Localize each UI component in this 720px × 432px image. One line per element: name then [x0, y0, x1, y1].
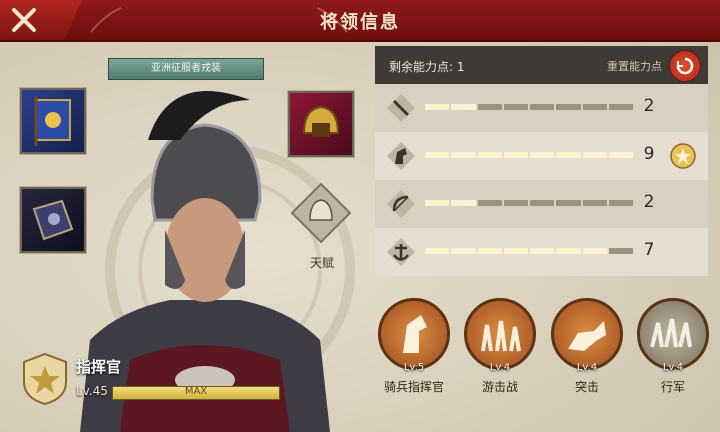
page-title: 将领信息	[320, 12, 400, 33]
stat-segment	[425, 152, 450, 158]
skill-name: 突击	[574, 380, 599, 394]
stat-value: 7	[643, 240, 655, 260]
stat-row-attack[interactable]: 2	[375, 84, 708, 132]
xp-label: MAX	[184, 386, 208, 397]
stat-value: 9	[643, 144, 655, 164]
stat-segment	[425, 104, 450, 110]
stat-segment	[530, 248, 555, 254]
stat-value: 2	[643, 96, 655, 116]
stat-row-archery[interactable]: 2	[375, 180, 708, 228]
stat-segment	[503, 104, 528, 110]
stat-segment	[503, 248, 528, 254]
xp-bar: MAX	[112, 386, 280, 400]
header-bar: 将领信息	[0, 0, 720, 42]
stat-segment	[451, 152, 476, 158]
stat-track	[425, 248, 633, 254]
stats-panel: 剩余能力点: 1 重置能力点 2 9 2 7	[375, 46, 708, 296]
stat-segment	[477, 104, 502, 110]
stat-segment	[477, 248, 502, 254]
stat-segment	[503, 200, 528, 206]
stat-value: 2	[643, 192, 655, 212]
points-bar: 剩余能力点: 1 重置能力点	[375, 46, 708, 84]
skill-level: Lv.4	[576, 362, 598, 373]
stat-segment	[425, 248, 450, 254]
anchor-icon	[387, 238, 415, 266]
skill-assault[interactable]: Lv.4	[551, 298, 623, 378]
stat-row-navy[interactable]: 7	[375, 228, 708, 276]
commander-badge-icon	[23, 352, 67, 406]
stat-segment	[530, 200, 555, 206]
skill-march[interactable]: Lv.4	[637, 298, 709, 378]
talent-helmet-icon	[290, 182, 352, 244]
soldiers-icon	[481, 320, 521, 352]
stat-segment	[477, 152, 502, 158]
skill-level: Lv.5	[403, 362, 425, 373]
skin-button[interactable]: 亚洲征服者戎装	[108, 58, 264, 80]
stat-segment	[582, 248, 607, 254]
stat-segment	[556, 152, 581, 158]
stat-segment	[608, 152, 633, 158]
stat-segment	[582, 104, 607, 110]
stat-segment	[451, 248, 476, 254]
stat-segment	[556, 104, 581, 110]
horse-icon	[387, 142, 415, 170]
horse-head-icon	[403, 315, 427, 353]
skill-name: 行军	[660, 380, 685, 394]
skill-level: Lv.4	[662, 362, 684, 373]
skill-name: 骑兵指挥官	[383, 380, 444, 394]
stat-track	[425, 104, 633, 110]
talent-button[interactable]	[290, 182, 352, 244]
stat-segment	[556, 248, 581, 254]
bow-icon	[387, 190, 415, 218]
sword-icon	[387, 94, 415, 122]
commander-rank: 指挥官	[76, 358, 122, 376]
stat-segment	[608, 248, 633, 254]
refresh-icon	[676, 57, 694, 75]
marching-troops-icon	[650, 318, 692, 348]
skill-name: 游击战	[481, 380, 518, 394]
remaining-points: 剩余能力点: 1	[389, 60, 465, 74]
stat-segment	[582, 200, 607, 206]
stat-track	[425, 200, 633, 206]
stat-segment	[503, 152, 528, 158]
star-medal-icon	[670, 143, 696, 169]
stat-segment	[425, 200, 450, 206]
commander-level: Lv.45	[76, 384, 108, 398]
stat-segment	[608, 200, 633, 206]
stat-segment	[530, 104, 555, 110]
stat-segment	[556, 200, 581, 206]
stat-segment	[530, 152, 555, 158]
stat-track	[425, 152, 633, 158]
stat-segment	[608, 104, 633, 110]
stat-segment	[451, 200, 476, 206]
skill-guerrilla[interactable]: Lv.4	[464, 298, 536, 378]
stat-row-cavalry[interactable]: 9	[375, 132, 708, 180]
talent-label: 天赋	[309, 256, 334, 270]
skill-cavalry-commander[interactable]: Lv.5	[378, 298, 450, 378]
stat-segment	[477, 200, 502, 206]
stat-segment	[451, 104, 476, 110]
charging-rider-icon	[568, 321, 606, 351]
stat-segment	[582, 152, 607, 158]
skill-level: Lv.4	[489, 362, 511, 373]
reset-label: 重置能力点	[607, 60, 662, 73]
reset-points-button[interactable]	[669, 50, 701, 82]
